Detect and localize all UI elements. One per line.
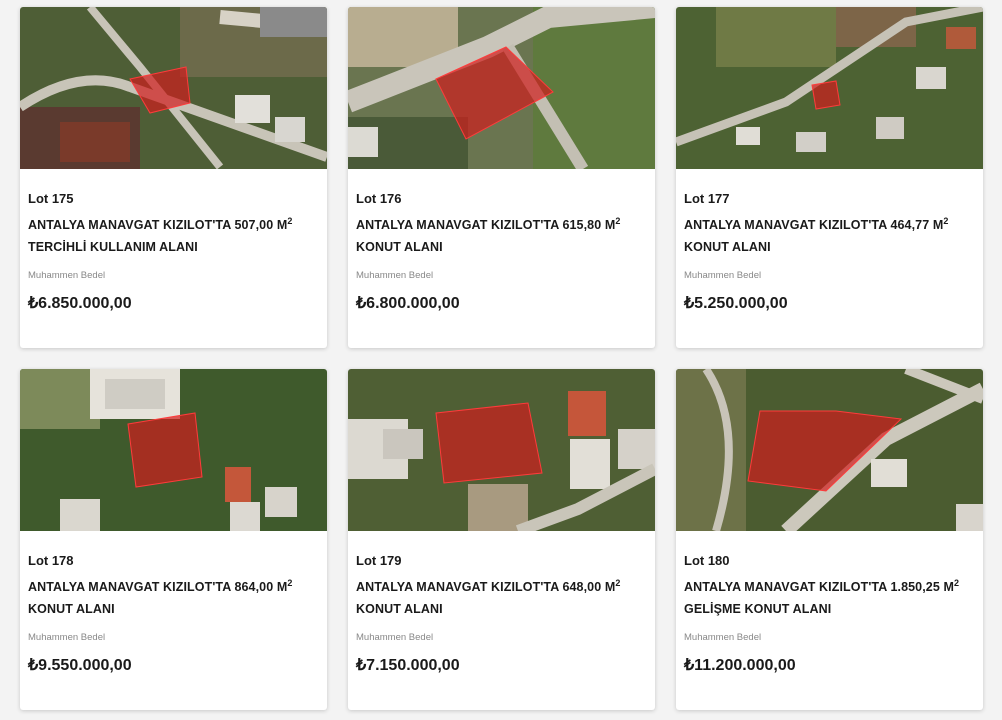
- title-line-2: TERCİHLİ KULLANIM ALANI: [28, 240, 198, 254]
- title-text: ANTALYA MANAVGAT KIZILOT'TA 507,00 M: [28, 218, 288, 232]
- price: ₺7.150.000,00: [356, 657, 460, 674]
- title-text: ANTALYA MANAVGAT KIZILOT'TA 1.850,25 M: [684, 580, 954, 594]
- satellite-map-image: [348, 369, 655, 531]
- title-line-1: ANTALYA MANAVGAT KIZILOT'TA 507,00 M2: [28, 214, 318, 236]
- price: ₺6.800.000,00: [356, 295, 460, 312]
- satellite-map-thumbnail[interactable]: [348, 369, 655, 531]
- listing-card[interactable]: Lot 180 ANTALYA MANAVGAT KIZILOT'TA 1.85…: [676, 369, 983, 710]
- listing-card[interactable]: Lot 177 ANTALYA MANAVGAT KIZILOT'TA 464,…: [676, 7, 983, 348]
- listing-card[interactable]: Lot 178 ANTALYA MANAVGAT KIZILOT'TA 864,…: [20, 369, 327, 710]
- title-line-2: KONUT ALANI: [28, 602, 115, 616]
- estimated-price-label: Muhammen Bedel: [28, 270, 106, 281]
- price: ₺6.850.000,00: [28, 295, 132, 312]
- lot-number: Lot 177: [684, 191, 730, 206]
- title-text: ANTALYA MANAVGAT KIZILOT'TA 615,80 M: [356, 218, 616, 232]
- listing-title[interactable]: ANTALYA MANAVGAT KIZILOT'TA 864,00 M2 KO…: [28, 576, 318, 620]
- title-text: ANTALYA MANAVGAT KIZILOT'TA 648,00 M: [356, 580, 616, 594]
- listing-card[interactable]: Lot 175 ANTALYA MANAVGAT KIZILOT'TA 507,…: [20, 7, 327, 348]
- lot-number: Lot 179: [356, 553, 402, 568]
- satellite-map-image: [20, 369, 327, 531]
- listing-title[interactable]: ANTALYA MANAVGAT KIZILOT'TA 464,77 M2 KO…: [684, 214, 974, 258]
- satellite-map-thumbnail[interactable]: [676, 369, 983, 531]
- title-line-2: KONUT ALANI: [684, 240, 771, 254]
- price: ₺9.550.000,00: [28, 657, 132, 674]
- satellite-map-image: [20, 7, 327, 169]
- listing-title[interactable]: ANTALYA MANAVGAT KIZILOT'TA 1.850,25 M2 …: [684, 576, 974, 620]
- title-superscript: 2: [287, 215, 293, 226]
- price: ₺5.250.000,00: [684, 295, 788, 312]
- title-line-2: KONUT ALANI: [356, 602, 443, 616]
- satellite-map-thumbnail[interactable]: [20, 369, 327, 531]
- satellite-map-thumbnail[interactable]: [348, 7, 655, 169]
- price: ₺11.200.000,00: [684, 657, 796, 674]
- lot-number: Lot 176: [356, 191, 402, 206]
- title-line-1: ANTALYA MANAVGAT KIZILOT'TA 648,00 M2: [356, 576, 646, 598]
- listing-card[interactable]: Lot 176 ANTALYA MANAVGAT KIZILOT'TA 615,…: [348, 7, 655, 348]
- satellite-map-image: [348, 7, 655, 169]
- listing-title[interactable]: ANTALYA MANAVGAT KIZILOT'TA 507,00 M2 TE…: [28, 214, 318, 258]
- satellite-map-image: [676, 369, 983, 531]
- estimated-price-label: Muhammen Bedel: [356, 270, 434, 281]
- listing-title[interactable]: ANTALYA MANAVGAT KIZILOT'TA 648,00 M2 KO…: [356, 576, 646, 620]
- title-line-2: GELİŞME KONUT ALANI: [684, 602, 832, 616]
- satellite-map-image: [676, 7, 983, 169]
- lot-number: Lot 178: [28, 553, 74, 568]
- title-superscript: 2: [943, 215, 949, 226]
- title-line-1: ANTALYA MANAVGAT KIZILOT'TA 1.850,25 M2: [684, 576, 974, 598]
- title-superscript: 2: [615, 215, 621, 226]
- title-line-2: KONUT ALANI: [356, 240, 443, 254]
- title-line-1: ANTALYA MANAVGAT KIZILOT'TA 464,77 M2: [684, 214, 974, 236]
- title-line-1: ANTALYA MANAVGAT KIZILOT'TA 864,00 M2: [28, 576, 318, 598]
- lot-number: Lot 175: [28, 191, 74, 206]
- listing-grid: Lot 175 ANTALYA MANAVGAT KIZILOT'TA 507,…: [0, 0, 1002, 720]
- estimated-price-label: Muhammen Bedel: [356, 632, 434, 643]
- title-superscript: 2: [287, 577, 293, 588]
- lot-number: Lot 180: [684, 553, 730, 568]
- estimated-price-label: Muhammen Bedel: [684, 632, 762, 643]
- listing-title[interactable]: ANTALYA MANAVGAT KIZILOT'TA 615,80 M2 KO…: [356, 214, 646, 258]
- title-line-1: ANTALYA MANAVGAT KIZILOT'TA 615,80 M2: [356, 214, 646, 236]
- estimated-price-label: Muhammen Bedel: [684, 270, 762, 281]
- estimated-price-label: Muhammen Bedel: [28, 632, 106, 643]
- title-superscript: 2: [954, 577, 960, 588]
- title-text: ANTALYA MANAVGAT KIZILOT'TA 464,77 M: [684, 218, 944, 232]
- satellite-map-thumbnail[interactable]: [20, 7, 327, 169]
- satellite-map-thumbnail[interactable]: [676, 7, 983, 169]
- title-superscript: 2: [615, 577, 621, 588]
- listing-card[interactable]: Lot 179 ANTALYA MANAVGAT KIZILOT'TA 648,…: [348, 369, 655, 710]
- title-text: ANTALYA MANAVGAT KIZILOT'TA 864,00 M: [28, 580, 288, 594]
